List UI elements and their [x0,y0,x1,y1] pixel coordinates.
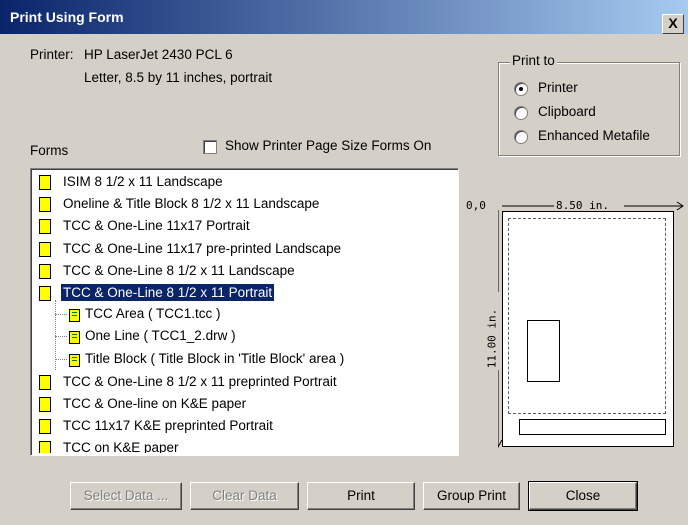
form-icon [39,441,51,453]
forms-listbox[interactable]: ISIM 8 1/2 x 11 Landscape Oneline & Titl… [30,168,459,456]
tree-child-item[interactable]: One Line ( TCC1_2.drw ) [33,326,433,348]
tree-line [55,336,67,338]
list-item-label: TCC & One-Line 8 1/2 x 11 Landscape [63,262,295,278]
tree-child-label: TCC Area ( TCC1.tcc ) [85,306,221,322]
forms-list: ISIM 8 1/2 x 11 Landscape Oneline & Titl… [33,171,433,453]
form-icon [39,219,51,235]
forms-scrollbar[interactable]: ▲ ▼ [458,171,459,453]
list-item[interactable]: TCC & One-Line 8 1/2 x 11 Landscape [33,260,433,282]
list-item[interactable]: TCC & One-Line 8 1/2 x 11 preprinted Por… [33,371,433,393]
list-item-label: ISIM 8 1/2 x 11 Landscape [63,174,223,189]
close-icon[interactable]: X [662,14,684,34]
printer-name: HP LaserJet 2430 PCL 6 [84,47,233,62]
drawing-icon [69,331,80,345]
radio-enhanced-metafile-label[interactable]: Enhanced Metafile [538,128,650,143]
list-item[interactable]: TCC & One-line on K&E paper [33,393,433,415]
form-icon [39,419,51,435]
form-icon [39,374,51,390]
radio-clipboard[interactable] [514,106,528,120]
print-to-legend: Print to [510,53,557,68]
page-printable-area [508,218,666,414]
preview-height-label: 11.00 in. [485,308,499,369]
select-data-button[interactable]: Select Data ... [70,482,182,510]
list-item-label: TCC 11x17 K&E preprinted Portrait [63,418,273,434]
form-icon [39,241,51,257]
preview-origin: 0,0 [466,199,486,212]
list-item-label: TCC & One-Line 11x17 Portrait [63,218,250,234]
form-icon [39,263,51,279]
radio-printer-label[interactable]: Printer [538,80,578,95]
list-item-label-selected: TCC & One-Line 8 1/2 x 11 Portrait [61,283,275,301]
show-printer-size-label[interactable]: Show Printer Page Size Forms On [225,138,431,153]
paper-description: Letter, 8.5 by 11 inches, portrait [84,70,273,85]
radio-selected-dot [519,87,523,91]
form-icon [39,285,51,301]
printer-label: Printer: [30,47,74,62]
clear-data-button[interactable]: Clear Data [190,482,299,510]
list-item-label: TCC & One-line on K&E paper [63,395,247,411]
tree-child-label: One Line ( TCC1_2.drw ) [85,328,236,344]
drawing-icon [69,353,80,367]
scroll-up-icon[interactable]: ▲ [458,171,459,189]
tree-line [55,314,67,316]
window-title: Print Using Form [10,9,124,25]
radio-clipboard-label[interactable]: Clipboard [538,104,596,119]
close-button[interactable]: Close [528,481,638,511]
forms-label: Forms [30,143,69,158]
radio-enhanced-metafile[interactable] [514,130,528,144]
tree-line [55,358,67,360]
show-printer-size-checkbox[interactable] [203,140,217,154]
list-item[interactable]: TCC & One-Line 11x17 pre-printed Landsca… [33,238,433,260]
scroll-thumb[interactable] [458,189,459,385]
list-item[interactable]: TCC on K&E paper [33,437,433,453]
list-item-label: TCC & One-Line 11x17 pre-printed Landsca… [63,240,342,256]
form-icon [39,175,51,190]
tree-child-label: Title Block ( Title Block in 'Title Bloc… [85,350,345,366]
list-item[interactable]: Oneline & Title Block 8 1/2 x 11 Landsca… [33,193,433,215]
list-item-selected[interactable]: TCC & One-Line 8 1/2 x 11 Portrait [33,282,433,304]
drawing-icon [69,309,80,323]
form-icon [39,197,51,213]
tree-child-item[interactable]: Title Block ( Title Block in 'Title Bloc… [33,349,433,371]
scroll-down-icon[interactable]: ▼ [458,435,459,453]
group-print-button[interactable]: Group Print [423,482,520,510]
radio-printer[interactable] [514,82,528,96]
list-item[interactable]: TCC 11x17 K&E preprinted Portrait [33,415,433,437]
preview-title-block [519,419,666,435]
tree-child-item[interactable]: TCC Area ( TCC1.tcc ) [33,300,433,371]
list-item-label: Oneline & Title Block 8 1/2 x 11 Landsca… [63,196,320,212]
list-item[interactable]: TCC & One-Line 11x17 Portrait [33,215,433,237]
print-button[interactable]: Print [307,482,415,510]
list-item-label: TCC on K&E paper [63,440,179,453]
form-icon [39,396,51,412]
preview-tcc-area [527,320,560,382]
list-item[interactable]: ISIM 8 1/2 x 11 Landscape [33,171,433,193]
list-item-label: TCC & One-Line 8 1/2 x 11 preprinted Por… [63,373,337,389]
